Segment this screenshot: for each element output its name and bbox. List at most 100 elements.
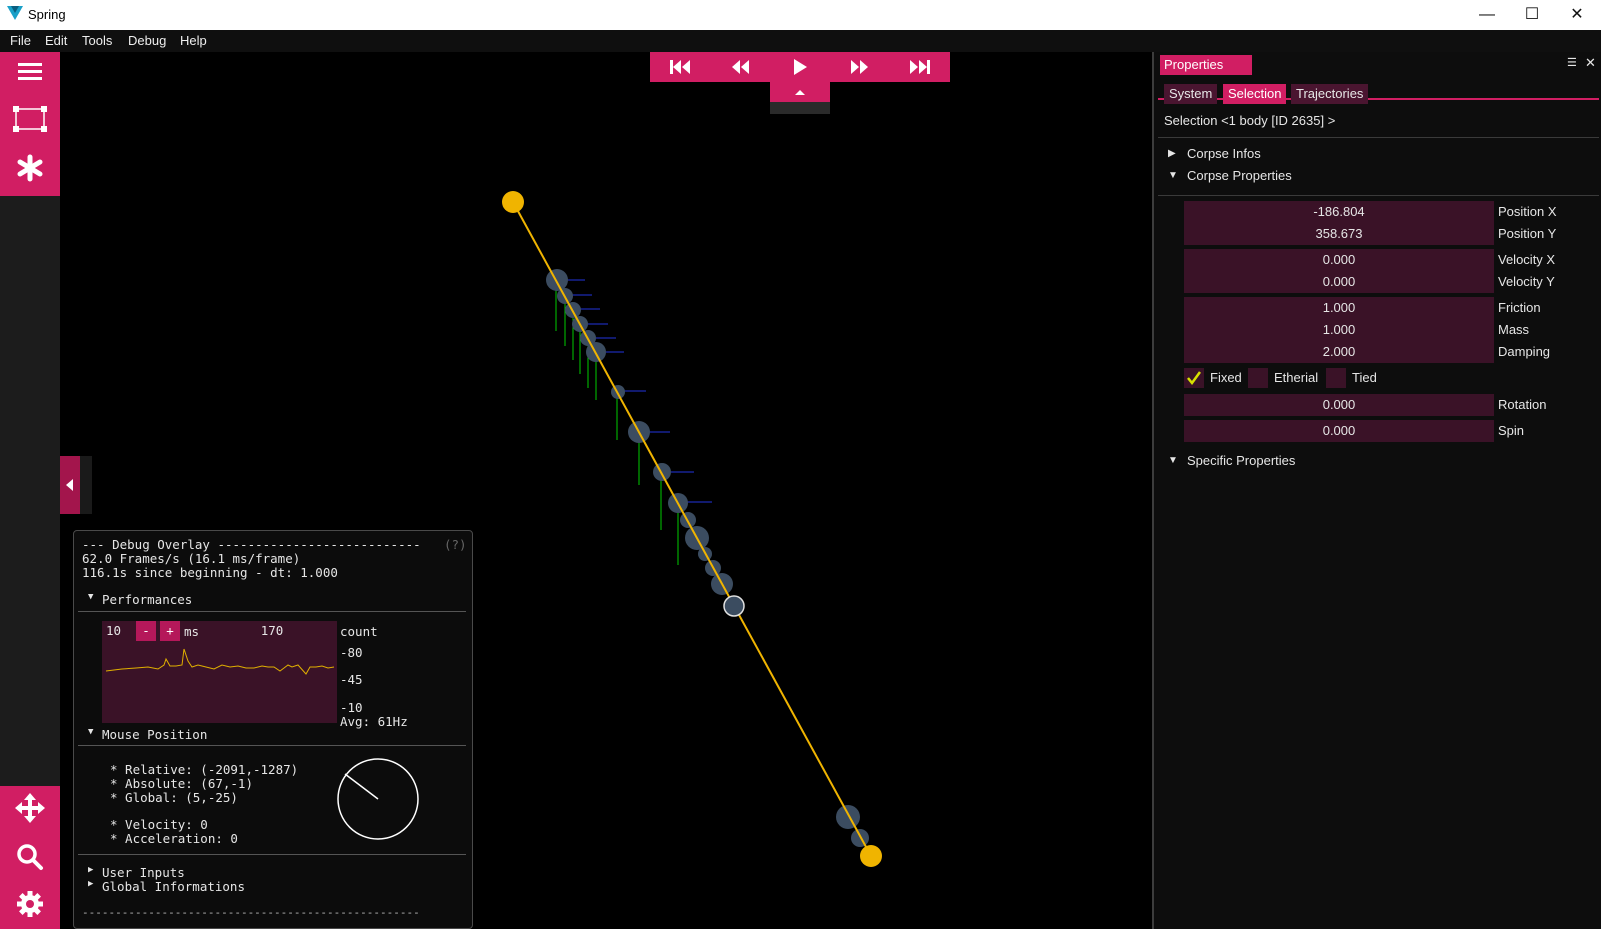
position-y-field[interactable]: 358.673 xyxy=(1184,223,1494,245)
fixed-anchor-bottom[interactable] xyxy=(860,845,882,867)
specific-props-header[interactable]: Specific Properties xyxy=(1187,453,1295,468)
ms-unit: ms xyxy=(184,624,200,639)
ms-input[interactable]: 10 xyxy=(102,621,132,641)
selection-label: Selection <1 body [ID 2635] > xyxy=(1164,113,1336,128)
search-icon[interactable] xyxy=(10,837,50,877)
position-y-label: Position Y xyxy=(1498,226,1557,241)
fps-text: 62.0 Frames/s (16.1 ms/frame) xyxy=(82,551,301,566)
velocity-text: * Velocity: 0 xyxy=(110,817,208,832)
global-info-triangle-icon[interactable]: ▶ xyxy=(88,879,93,889)
tab-selection[interactable]: Selection xyxy=(1223,84,1287,104)
separator xyxy=(78,611,466,612)
separator xyxy=(78,854,466,855)
damping-label: Damping xyxy=(1498,344,1551,359)
collapse-toolbar-button[interactable] xyxy=(60,456,80,514)
mouse-direction-dial xyxy=(337,758,419,840)
window-title: Spring xyxy=(28,7,66,22)
velocity-x-label: Velocity X xyxy=(1498,252,1556,267)
axis-min: -10 xyxy=(340,700,363,715)
axis-mid: -45 xyxy=(340,672,363,687)
panel-menu-icon[interactable]: ☰ xyxy=(1567,56,1577,69)
playback-expand-shadow xyxy=(770,102,830,114)
fast-forward-icon[interactable] xyxy=(845,57,875,77)
absolute-text: * Absolute: (67,-1) xyxy=(110,776,253,791)
fixed-anchor-top[interactable] xyxy=(502,191,524,213)
hamburger-icon[interactable] xyxy=(10,52,50,92)
separator xyxy=(1158,195,1599,196)
count-label: count xyxy=(340,624,378,639)
tied-label: Tied xyxy=(1352,370,1377,385)
rewind-icon[interactable] xyxy=(725,57,755,77)
playback-bar xyxy=(650,52,950,82)
debug-overlay: --- Debug Overlay ----------------------… xyxy=(73,530,473,929)
mouse-triangle-icon[interactable]: ▼ xyxy=(88,727,93,737)
maximize-button[interactable]: ☐ xyxy=(1517,4,1547,26)
corpse-props-header[interactable]: Corpse Properties xyxy=(1187,168,1292,183)
velocity-y-label: Velocity Y xyxy=(1498,274,1555,289)
menu-tools[interactable]: Tools xyxy=(82,33,112,48)
specific-props-triangle-icon[interactable]: ▼ xyxy=(1168,455,1178,466)
perf-title[interactable]: Performances xyxy=(102,592,192,607)
properties-panel: Properties ☰ ✕ System Selection Trajecto… xyxy=(1152,52,1601,929)
properties-tab[interactable]: Properties xyxy=(1160,55,1252,75)
global-info-header[interactable]: Global Informations xyxy=(102,879,245,894)
velocity-x-field[interactable]: 0.000 xyxy=(1184,249,1494,271)
collapse-tab-shadow xyxy=(80,456,92,514)
close-button[interactable]: ✕ xyxy=(1562,4,1592,26)
minimize-button[interactable]: — xyxy=(1472,4,1502,26)
selected-body[interactable] xyxy=(723,595,745,617)
relative-text: * Relative: (-2091,-1287) xyxy=(110,762,299,777)
gear-icon[interactable] xyxy=(10,884,50,924)
play-icon[interactable] xyxy=(785,57,815,77)
elapsed-text: 116.1s since beginning - dt: 1.000 xyxy=(82,565,338,580)
avg-text: Avg: 61Hz xyxy=(340,714,408,729)
menu-file[interactable]: File xyxy=(10,33,31,48)
corpse-props-triangle-icon[interactable]: ▼ xyxy=(1168,170,1178,181)
mass-field[interactable]: 1.000 xyxy=(1184,319,1494,341)
friction-label: Friction xyxy=(1498,300,1541,315)
count-value: 170 xyxy=(260,623,284,638)
move-icon[interactable] xyxy=(10,788,50,828)
asterisk-icon[interactable] xyxy=(10,148,50,188)
damping-field[interactable]: 2.000 xyxy=(1184,341,1494,363)
tied-checkbox[interactable] xyxy=(1326,368,1346,388)
corpse-infos-triangle-icon[interactable]: ▶ xyxy=(1168,148,1176,159)
mass-label: Mass xyxy=(1498,322,1530,337)
rotation-label: Rotation xyxy=(1498,397,1547,412)
velocity-y-field[interactable]: 0.000 xyxy=(1184,271,1494,293)
friction-field[interactable]: 1.000 xyxy=(1184,297,1494,319)
corpse-infos-header[interactable]: Corpse Infos xyxy=(1187,146,1261,161)
global-text: * Global: (5,-25) xyxy=(110,790,238,805)
position-x-label: Position X xyxy=(1498,204,1557,219)
toolbox-bottom xyxy=(0,786,60,929)
debug-help[interactable]: (?) xyxy=(444,537,467,552)
selection-rect-icon[interactable] xyxy=(10,99,50,139)
mouse-title[interactable]: Mouse Position xyxy=(102,727,207,742)
debug-footer: ----------------------------------------… xyxy=(82,906,420,919)
menu-help[interactable]: Help xyxy=(180,33,207,48)
etherial-checkbox[interactable] xyxy=(1248,368,1268,388)
playback-expand-button[interactable] xyxy=(770,82,830,102)
spin-field[interactable]: 0.000 xyxy=(1184,420,1494,442)
tab-system[interactable]: System xyxy=(1164,84,1218,104)
count-input[interactable]: 170 xyxy=(208,621,336,641)
fixed-checkbox[interactable] xyxy=(1184,368,1204,388)
acceleration-text: * Acceleration: 0 xyxy=(110,831,238,846)
fixed-label: Fixed xyxy=(1210,370,1242,385)
ms-decrease-button[interactable]: - xyxy=(136,621,156,641)
debug-header: --- Debug Overlay ----------------------… xyxy=(82,537,421,552)
user-inputs-header[interactable]: User Inputs xyxy=(102,865,185,880)
separator xyxy=(1158,137,1599,138)
position-x-field[interactable]: -186.804 xyxy=(1184,201,1494,223)
perf-triangle-icon[interactable]: ▼ xyxy=(88,592,93,602)
panel-close-icon[interactable]: ✕ xyxy=(1585,55,1596,71)
menu-edit[interactable]: Edit xyxy=(45,33,67,48)
skip-end-icon[interactable] xyxy=(905,57,935,77)
skip-start-icon[interactable] xyxy=(665,57,695,77)
tab-trajectories[interactable]: Trajectories xyxy=(1291,84,1369,104)
user-inputs-triangle-icon[interactable]: ▶ xyxy=(88,865,93,875)
rotation-field[interactable]: 0.000 xyxy=(1184,394,1494,416)
ms-increase-button[interactable]: + xyxy=(160,621,180,641)
axis-max: -80 xyxy=(340,645,363,660)
menu-debug[interactable]: Debug xyxy=(128,33,166,48)
